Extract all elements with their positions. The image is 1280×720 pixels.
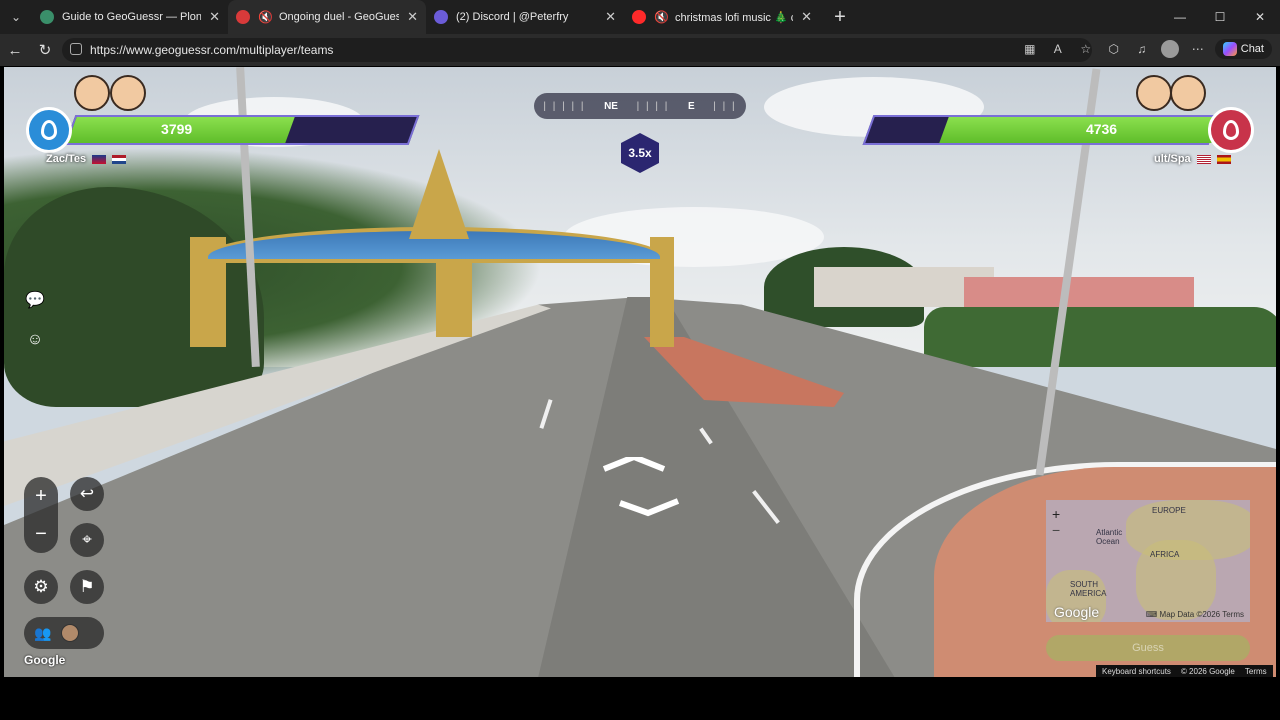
left-team-score: 3799 xyxy=(161,121,193,137)
map-data-attribution: Map Data ©2026 xyxy=(1159,610,1221,619)
tab-audio-icon[interactable]: 🔇 xyxy=(258,10,273,24)
movement-arrows[interactable] xyxy=(594,457,684,527)
tab-close-icon[interactable]: ✕ xyxy=(801,9,812,25)
tab-favicon-icon xyxy=(434,10,448,24)
player-avatar xyxy=(1136,75,1172,111)
extensions-icon[interactable]: ⬡ xyxy=(1103,38,1125,60)
compass-heading-ne: NE xyxy=(604,100,618,112)
compass-ticks: | | | xyxy=(713,100,737,112)
collections-icon[interactable]: ♫ xyxy=(1131,38,1153,60)
browser-tab[interactable]: 🔇 Ongoing duel - GeoGuessr ✕ xyxy=(228,0,426,34)
browser-tab[interactable]: (2) Discord | @Peterfry ✕ xyxy=(426,0,624,34)
settings-gear-icon[interactable]: ⚙ xyxy=(24,570,58,604)
zoom-in-button[interactable]: + xyxy=(24,477,58,515)
map-footer: Keyboard shortcuts © 2026 Google Terms xyxy=(1096,665,1273,677)
copilot-chat-button[interactable]: Chat xyxy=(1214,39,1272,59)
tab-favicon-icon xyxy=(40,10,54,24)
compass-ticks: | | | | xyxy=(636,100,670,112)
browser-tab[interactable]: Guide to GeoGuessr — Plonk It ✕ xyxy=(32,0,228,34)
return-to-start-icon[interactable]: ⌖ xyxy=(70,523,104,557)
address-bar-row: ← ↻ https://www.geoguessr.com/multiplaye… xyxy=(0,34,1280,66)
letterbox-bar xyxy=(0,680,1280,720)
map-label-europe: EUROPE xyxy=(1152,506,1186,515)
team-icon: 👥 xyxy=(34,624,52,641)
flag-icon[interactable]: ⚑ xyxy=(70,570,104,604)
tab-actions-menu[interactable]: ⌄ xyxy=(0,0,32,34)
keyboard-shortcuts-link[interactable]: Keyboard shortcuts xyxy=(1102,667,1171,676)
teammate-avatar xyxy=(61,624,80,642)
new-tab-button[interactable]: + xyxy=(828,6,852,29)
tab-title: christmas lofi music 🎄 cozy ra xyxy=(674,11,793,24)
google-watermark: Google xyxy=(24,653,66,667)
map-google-logo: Google xyxy=(1054,604,1100,620)
left-team-pin-icon xyxy=(26,107,72,153)
emote-icon[interactable]: ☺ xyxy=(22,327,48,353)
minimize-icon[interactable]: — xyxy=(1160,0,1200,34)
map-zoom-out-button[interactable]: − xyxy=(1052,522,1060,538)
hedge xyxy=(924,307,1276,367)
browser-tab[interactable]: 🔇 christmas lofi music 🎄 cozy ra ✕ xyxy=(624,0,820,34)
terms-link[interactable]: Terms xyxy=(1245,667,1267,676)
uk-flag-icon xyxy=(92,154,107,164)
player-avatar xyxy=(74,75,110,111)
maximize-icon[interactable]: ☐ xyxy=(1200,0,1240,34)
right-team-pin-icon xyxy=(1208,107,1254,153)
chat-bubble-icon[interactable]: 💬 xyxy=(22,287,48,313)
profile-icon[interactable] xyxy=(1159,38,1181,60)
street-view-panorama[interactable]: 3799 Zac/Tes 4736 ult/Spa | | | | | NE |… xyxy=(4,67,1276,677)
back-icon[interactable]: ← xyxy=(0,35,30,65)
tab-title: (2) Discord | @Peterfry xyxy=(456,11,569,23)
arch-pillar-center xyxy=(436,257,472,337)
compass-heading-e: E xyxy=(687,100,695,112)
guess-button[interactable]: Guess xyxy=(1046,635,1250,661)
backward-arrow-icon xyxy=(618,498,680,517)
player-avatar xyxy=(1170,75,1206,111)
tab-favicon-icon xyxy=(632,10,646,24)
left-team-health-bar: 3799 xyxy=(64,115,420,145)
copilot-icon xyxy=(1222,42,1237,56)
compass-ticks: | | | | | xyxy=(543,100,586,112)
url-field[interactable]: https://www.geoguessr.com/multiplayer/te… xyxy=(62,38,1092,62)
map-label-south-america: SOUTH AMERICA xyxy=(1070,580,1107,598)
tab-title: Ongoing duel - GeoGuessr xyxy=(278,11,400,23)
tab-close-icon[interactable]: ✕ xyxy=(605,9,616,25)
site-info-icon[interactable] xyxy=(70,43,82,55)
favorite-star-icon[interactable]: ☆ xyxy=(1075,38,1097,60)
left-team-name: Zac/Tes xyxy=(46,153,87,165)
forward-arrow-icon xyxy=(602,457,666,472)
tab-audio-icon[interactable]: 🔇 xyxy=(654,10,669,24)
more-menu-icon[interactable]: ⋯ xyxy=(1187,38,1209,60)
tab-close-icon[interactable]: ✕ xyxy=(407,9,418,25)
keyboard-icon[interactable]: ⌨ xyxy=(1146,610,1158,619)
tab-bar: ⌄ Guide to GeoGuessr — Plonk It ✕ 🔇 Ongoing… xyxy=(0,0,1280,34)
map-zoom-in-button[interactable]: + xyxy=(1052,506,1060,522)
map-terms-link[interactable]: Terms xyxy=(1222,610,1244,619)
netherlands-flag-icon xyxy=(112,154,127,164)
close-window-icon[interactable]: ✕ xyxy=(1240,0,1280,34)
reload-icon[interactable]: ↻ xyxy=(30,35,60,65)
usa-flag-icon xyxy=(1196,154,1211,164)
spain-flag-icon xyxy=(1216,154,1231,164)
map-label-atlantic: Atlantic Ocean xyxy=(1096,528,1123,546)
zoom-controls: + − xyxy=(24,477,58,553)
url-text: https://www.geoguessr.com/multiplayer/te… xyxy=(90,43,334,57)
zoom-out-button[interactable]: − xyxy=(24,515,58,553)
compass: | | | | | NE | | | | E | | | xyxy=(534,93,746,119)
undo-move-icon[interactable]: ↩ xyxy=(70,477,104,511)
tab-title: Guide to GeoGuessr — Plonk It xyxy=(62,11,202,23)
right-team-health-bar: 4736 xyxy=(862,115,1221,145)
team-panel-button[interactable]: 👥 xyxy=(24,617,104,649)
guess-minimap[interactable]: EUROPE Atlantic Ocean AFRICA SOUTH AMERI… xyxy=(1046,500,1250,622)
right-team-score: 4736 xyxy=(1085,121,1118,137)
read-aloud-icon[interactable]: A xyxy=(1047,38,1069,60)
map-label-africa: AFRICA xyxy=(1150,550,1180,559)
chat-label: Chat xyxy=(1240,43,1264,55)
tab-close-icon[interactable]: ✕ xyxy=(209,9,220,25)
right-team-name: ult/Spa xyxy=(1154,153,1191,165)
copyright-text: © 2026 Google xyxy=(1180,666,1235,676)
tab-favicon-icon xyxy=(236,10,250,24)
player-avatar xyxy=(110,75,146,111)
app-available-icon[interactable]: ▦ xyxy=(1019,38,1041,60)
